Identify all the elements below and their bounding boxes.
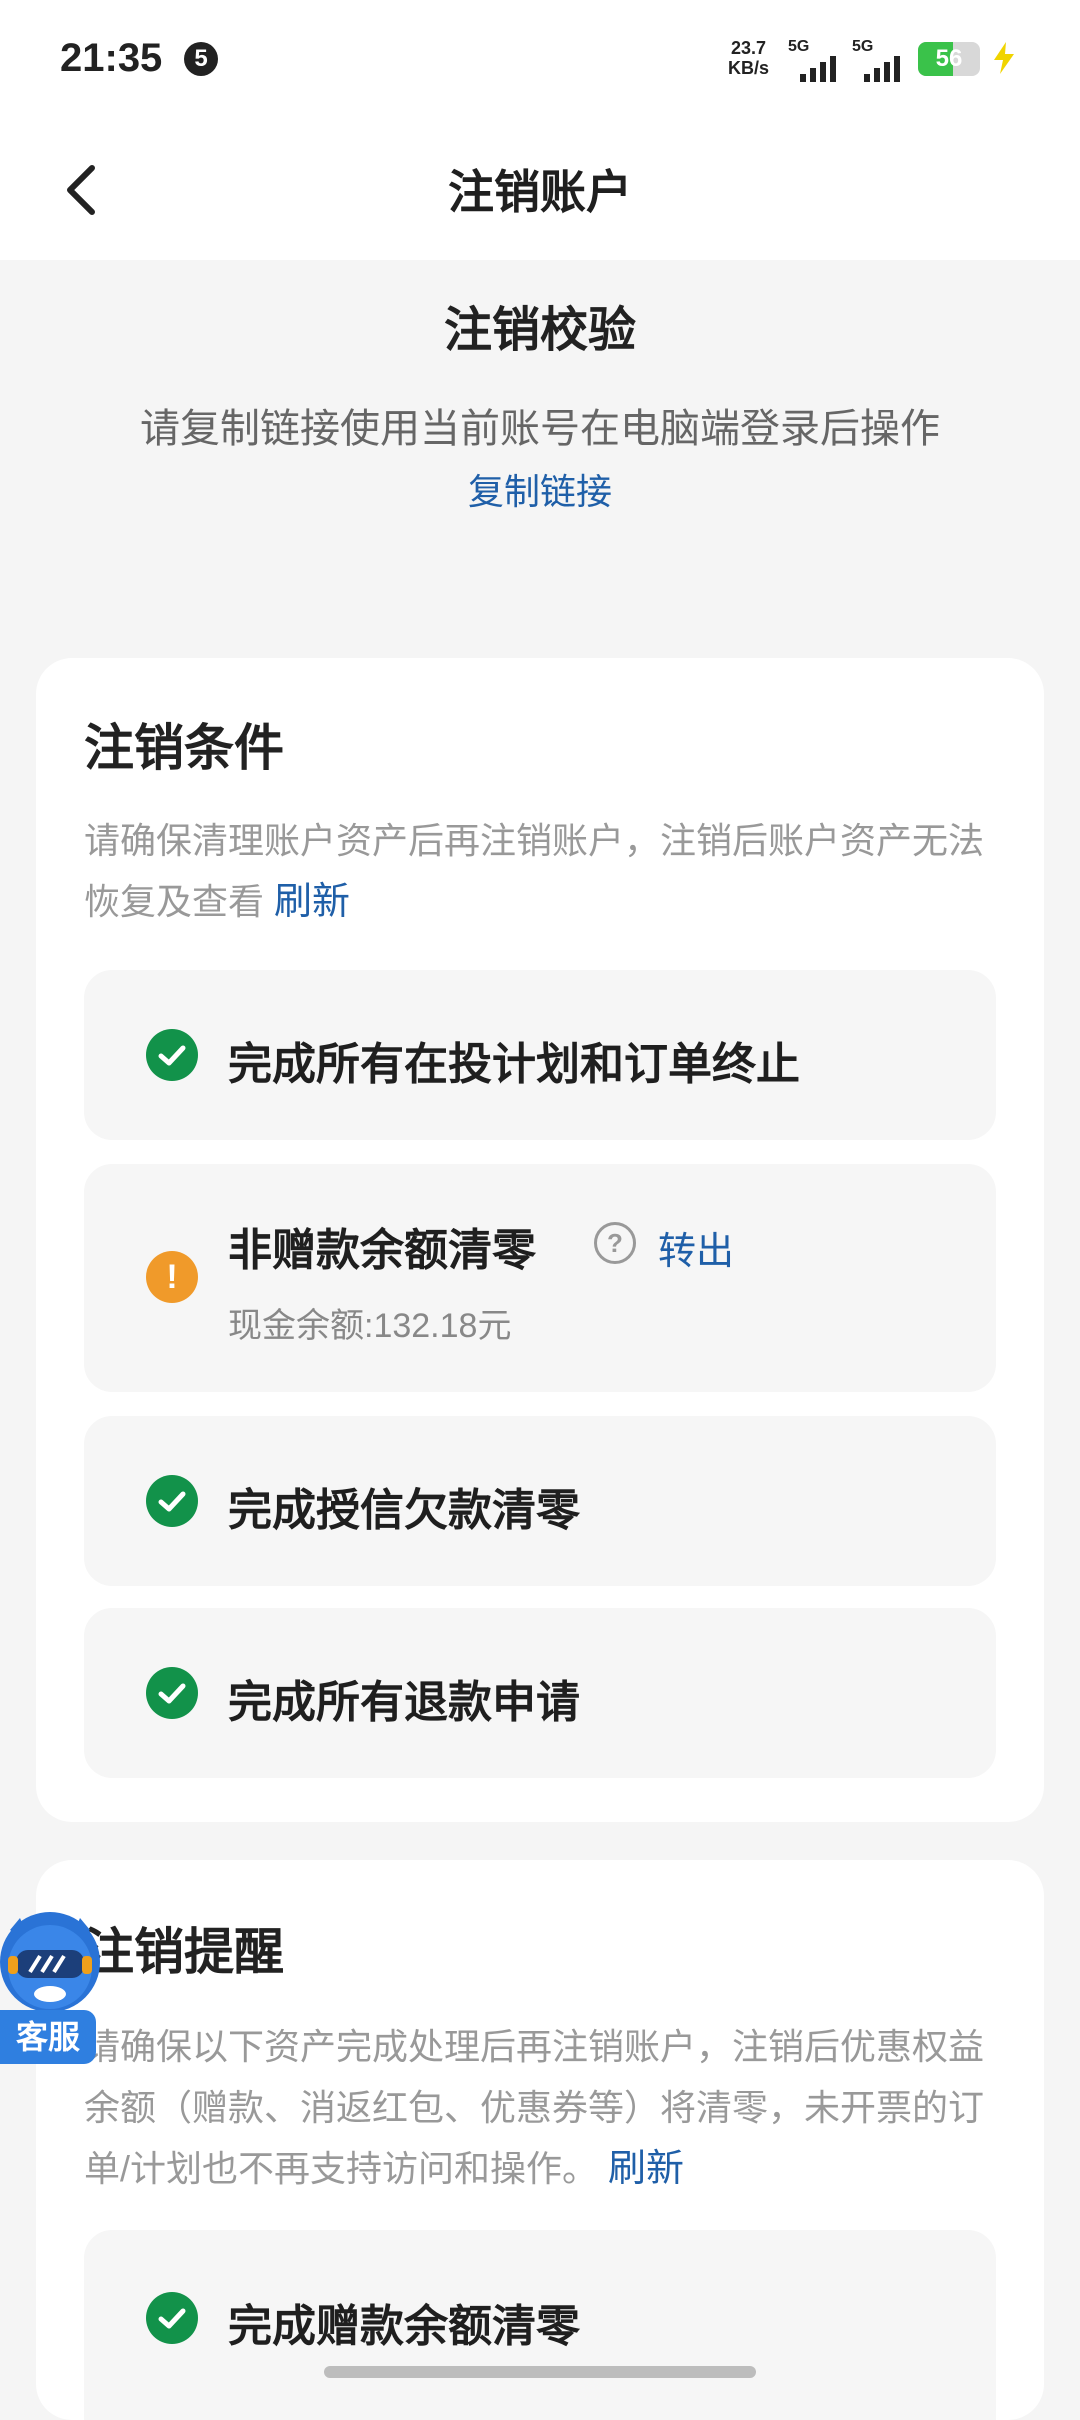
condition-item: 完成所有在投计划和订单终止 (84, 970, 996, 1140)
customer-service-mascot-icon (0, 1912, 100, 2012)
reminder-item-text: 完成赠款余额清零 (228, 2302, 580, 2351)
reminder-desc-text: 请确保以下资产完成处理后再注销账户，注销后优惠权益余额（赠款、消返红包、优惠券等… (84, 2026, 985, 2189)
charging-icon (994, 42, 1014, 74)
verify-title: 注销校验 (443, 304, 636, 357)
page-title: 注销账户 (448, 166, 632, 218)
reminder-refresh-link[interactable]: 刷新 (608, 2148, 684, 2190)
condition-item-cash-balance: ! 非赠款余额清零 ? 转出 现金余额:132.18元 (84, 1164, 996, 1392)
sim1-label: 5G (788, 38, 810, 55)
condition-item-text: 非赠款余额清零 (228, 1226, 536, 1275)
conditions-card: 注销条件 请确保清理账户资产后再注销账户，注销后账户资产无法恢复及查看 刷新 完… (36, 658, 1044, 1822)
condition-item-text: 完成所有在投计划和订单终止 (228, 1040, 800, 1089)
status-bar: 21:35 5 23.7 KB/s 5G 5G 56 (0, 0, 1080, 120)
check-circle-icon (146, 2292, 198, 2344)
verify-description: 请复制链接使用当前账号在电脑端登录后操作 复制链接 (130, 398, 950, 523)
reminder-title: 注销提醒 (84, 1924, 284, 1980)
network-speed: 23.7 KB/s (728, 38, 769, 78)
home-indicator[interactable] (324, 2366, 756, 2378)
help-question-icon[interactable]: ? (594, 1222, 636, 1264)
battery-level: 56 (935, 45, 963, 72)
cash-balance-text: 现金余额:132.18元 (228, 1307, 512, 1345)
status-time: 21:35 (60, 36, 163, 80)
condition-item: 完成授信欠款清零 (84, 1416, 996, 1586)
conditions-desc-text: 请确保清理账户资产后再注销账户，注销后账户资产无法恢复及查看 (84, 820, 985, 922)
reminder-card: 注销提醒 请确保以下资产完成处理后再注销账户，注销后优惠权益余额（赠款、消返红包… (36, 1860, 1044, 2420)
navigation-bar: 注销账户 (0, 120, 1080, 260)
network-speed-unit: KB/s (728, 58, 770, 78)
condition-item: 完成所有退款申请 (84, 1608, 996, 1778)
conditions-title: 注销条件 (84, 720, 284, 776)
customer-service-label: 客服 (0, 2010, 96, 2064)
condition-item-text: 完成所有退款申请 (228, 1678, 580, 1727)
notification-count-badge: 5 (184, 42, 218, 76)
check-circle-icon (146, 1667, 198, 1719)
copy-link-button[interactable]: 复制链接 (468, 471, 612, 512)
conditions-refresh-link[interactable]: 刷新 (274, 881, 350, 923)
reminder-description: 请确保以下资产完成处理后再注销账户，注销后优惠权益余额（赠款、消返红包、优惠券等… (84, 2016, 1004, 2200)
check-circle-icon (146, 1029, 198, 1081)
battery-icon: 56 (918, 42, 980, 76)
condition-item-text: 完成授信欠款清零 (228, 1486, 580, 1535)
verify-desc-text: 请复制链接使用当前账号在电脑端登录后操作 (140, 407, 940, 451)
network-speed-value: 23.7 (730, 38, 767, 58)
check-circle-icon (146, 1475, 198, 1527)
customer-service-button[interactable]: 客服 (0, 1912, 110, 2072)
warning-circle-icon: ! (146, 1251, 198, 1303)
sim2-label: 5G (852, 38, 874, 55)
reminder-item: 完成赠款余额清零 (84, 2230, 996, 2420)
transfer-out-button[interactable]: 转出 (658, 1220, 734, 1275)
conditions-description: 请确保清理账户资产后再注销账户，注销后账户资产无法恢复及查看 刷新 (84, 810, 1004, 933)
